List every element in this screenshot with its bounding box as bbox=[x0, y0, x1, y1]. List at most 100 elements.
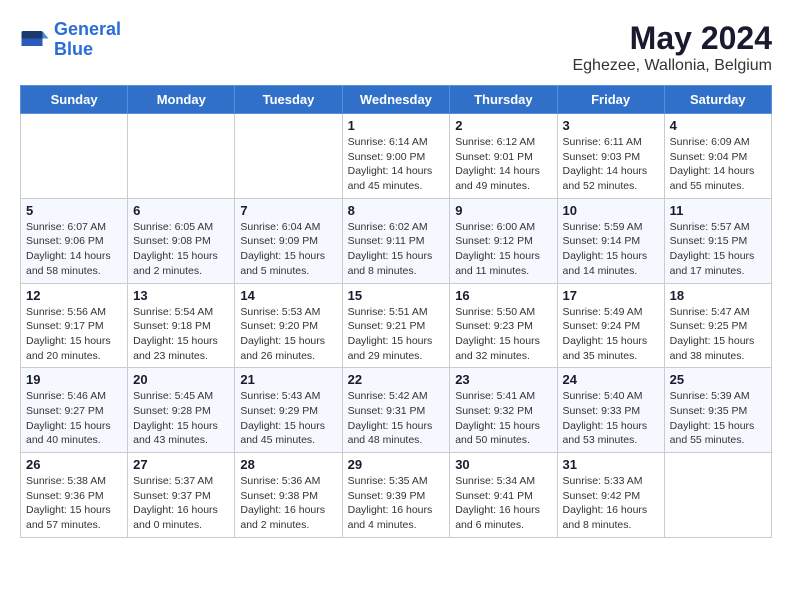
calendar-week-2: 5Sunrise: 6:07 AM Sunset: 9:06 PM Daylig… bbox=[21, 198, 772, 283]
calendar-week-1: 1Sunrise: 6:14 AM Sunset: 9:00 PM Daylig… bbox=[21, 114, 772, 199]
calendar-cell: 17Sunrise: 5:49 AM Sunset: 9:24 PM Dayli… bbox=[557, 283, 664, 368]
day-number: 19 bbox=[26, 372, 122, 387]
day-number: 10 bbox=[563, 203, 659, 218]
day-info: Sunrise: 6:05 AM Sunset: 9:08 PM Dayligh… bbox=[133, 220, 229, 279]
day-info: Sunrise: 5:37 AM Sunset: 9:37 PM Dayligh… bbox=[133, 474, 229, 533]
weekday-header-friday: Friday bbox=[557, 86, 664, 114]
calendar-cell: 31 Sunrise: 5:33 AM Sunset: 9:42 PM Dayli… bbox=[557, 453, 664, 538]
calendar-cell: 23 Sunrise: 5:41 AM Sunset: 9:32 PM Dayli… bbox=[450, 368, 557, 453]
weekday-header-thursday: Thursday bbox=[450, 86, 557, 114]
calendar-cell bbox=[664, 453, 771, 538]
calendar-week-3: 12 Sunrise: 5:56 AM Sunset: 9:17 PM Dayli… bbox=[21, 283, 772, 368]
calendar-week-4: 19 Sunrise: 5:46 AM Sunset: 9:27 PM Dayli… bbox=[21, 368, 772, 453]
day-number: 16 bbox=[455, 288, 551, 303]
day-info: Sunrise: 6:04 AM Sunset: 9:09 PM Dayligh… bbox=[240, 220, 336, 279]
calendar-cell: 3Sunrise: 6:11 AM Sunset: 9:03 PM Daylig… bbox=[557, 114, 664, 199]
calendar-cell: 26 Sunrise: 5:38 AM Sunset: 9:36 PM Dayli… bbox=[21, 453, 128, 538]
calendar-cell: 4 Sunrise: 6:09 AM Sunset: 9:04 PM Daylig… bbox=[664, 114, 771, 199]
day-info: Sunrise: 5:51 AM Sunset: 9:21 PM Dayligh… bbox=[348, 305, 445, 364]
day-number: 15 bbox=[348, 288, 445, 303]
weekday-header-saturday: Saturday bbox=[664, 86, 771, 114]
day-number: 12 bbox=[26, 288, 122, 303]
day-number: 11 bbox=[670, 203, 766, 218]
calendar-cell: 14 Sunrise: 5:53 AM Sunset: 9:20 PM Dayli… bbox=[235, 283, 342, 368]
day-info: Sunrise: 5:40 AM Sunset: 9:33 PM Dayligh… bbox=[563, 389, 659, 448]
calendar-cell: 24Sunrise: 5:40 AM Sunset: 9:33 PM Dayli… bbox=[557, 368, 664, 453]
logo-icon bbox=[20, 25, 50, 55]
weekday-header-row: SundayMondayTuesdayWednesdayThursdayFrid… bbox=[21, 86, 772, 114]
calendar-cell bbox=[235, 114, 342, 199]
day-info: Sunrise: 5:43 AM Sunset: 9:29 PM Dayligh… bbox=[240, 389, 336, 448]
calendar-cell: 10 Sunrise: 5:59 AM Sunset: 9:14 PM Dayli… bbox=[557, 198, 664, 283]
main-title: May 2024 bbox=[572, 20, 772, 57]
day-number: 28 bbox=[240, 457, 336, 472]
day-number: 14 bbox=[240, 288, 336, 303]
calendar-cell: 22 Sunrise: 5:42 AM Sunset: 9:31 PM Dayli… bbox=[342, 368, 450, 453]
day-number: 9 bbox=[455, 203, 551, 218]
calendar-week-5: 26 Sunrise: 5:38 AM Sunset: 9:36 PM Dayli… bbox=[21, 453, 772, 538]
calendar-cell: 5Sunrise: 6:07 AM Sunset: 9:06 PM Daylig… bbox=[21, 198, 128, 283]
calendar-cell: 21Sunrise: 5:43 AM Sunset: 9:29 PM Dayli… bbox=[235, 368, 342, 453]
calendar-cell: 19 Sunrise: 5:46 AM Sunset: 9:27 PM Dayli… bbox=[21, 368, 128, 453]
calendar-cell: 2 Sunrise: 6:12 AM Sunset: 9:01 PM Daylig… bbox=[450, 114, 557, 199]
day-info: Sunrise: 5:56 AM Sunset: 9:17 PM Dayligh… bbox=[26, 305, 122, 364]
calendar-cell: 15 Sunrise: 5:51 AM Sunset: 9:21 PM Dayli… bbox=[342, 283, 450, 368]
calendar-cell: 9 Sunrise: 6:00 AM Sunset: 9:12 PM Daylig… bbox=[450, 198, 557, 283]
day-info: Sunrise: 5:59 AM Sunset: 9:14 PM Dayligh… bbox=[563, 220, 659, 279]
day-info: Sunrise: 6:11 AM Sunset: 9:03 PM Dayligh… bbox=[563, 135, 659, 194]
logo-line2: Blue bbox=[54, 39, 93, 59]
logo-line1: General bbox=[54, 19, 121, 39]
day-info: Sunrise: 5:35 AM Sunset: 9:39 PM Dayligh… bbox=[348, 474, 445, 533]
day-info: Sunrise: 5:41 AM Sunset: 9:32 PM Dayligh… bbox=[455, 389, 551, 448]
calendar-cell: 30Sunrise: 5:34 AM Sunset: 9:41 PM Dayli… bbox=[450, 453, 557, 538]
calendar-table: SundayMondayTuesdayWednesdayThursdayFrid… bbox=[20, 85, 772, 538]
page-header: General Blue May 2024 Eghezee, Wallonia,… bbox=[20, 20, 772, 75]
weekday-header-monday: Monday bbox=[128, 86, 235, 114]
day-info: Sunrise: 6:09 AM Sunset: 9:04 PM Dayligh… bbox=[670, 135, 766, 194]
day-info: Sunrise: 6:12 AM Sunset: 9:01 PM Dayligh… bbox=[455, 135, 551, 194]
title-block: May 2024 Eghezee, Wallonia, Belgium bbox=[572, 20, 772, 75]
logo: General Blue bbox=[20, 20, 121, 60]
day-number: 7 bbox=[240, 203, 336, 218]
day-number: 26 bbox=[26, 457, 122, 472]
calendar-cell: 7 Sunrise: 6:04 AM Sunset: 9:09 PM Daylig… bbox=[235, 198, 342, 283]
calendar-cell: 29Sunrise: 5:35 AM Sunset: 9:39 PM Dayli… bbox=[342, 453, 450, 538]
day-number: 6 bbox=[133, 203, 229, 218]
subtitle: Eghezee, Wallonia, Belgium bbox=[572, 57, 772, 75]
day-info: Sunrise: 5:33 AM Sunset: 9:42 PM Dayligh… bbox=[563, 474, 659, 533]
day-number: 25 bbox=[670, 372, 766, 387]
day-info: Sunrise: 6:07 AM Sunset: 9:06 PM Dayligh… bbox=[26, 220, 122, 279]
calendar-cell: 18Sunrise: 5:47 AM Sunset: 9:25 PM Dayli… bbox=[664, 283, 771, 368]
day-info: Sunrise: 6:02 AM Sunset: 9:11 PM Dayligh… bbox=[348, 220, 445, 279]
calendar-cell bbox=[21, 114, 128, 199]
day-info: Sunrise: 6:00 AM Sunset: 9:12 PM Dayligh… bbox=[455, 220, 551, 279]
calendar-body: 1Sunrise: 6:14 AM Sunset: 9:00 PM Daylig… bbox=[21, 114, 772, 538]
day-info: Sunrise: 5:39 AM Sunset: 9:35 PM Dayligh… bbox=[670, 389, 766, 448]
calendar-header: SundayMondayTuesdayWednesdayThursdayFrid… bbox=[21, 86, 772, 114]
day-info: Sunrise: 6:14 AM Sunset: 9:00 PM Dayligh… bbox=[348, 135, 445, 194]
calendar-cell: 8Sunrise: 6:02 AM Sunset: 9:11 PM Daylig… bbox=[342, 198, 450, 283]
day-info: Sunrise: 5:38 AM Sunset: 9:36 PM Dayligh… bbox=[26, 474, 122, 533]
day-number: 2 bbox=[455, 118, 551, 133]
day-info: Sunrise: 5:42 AM Sunset: 9:31 PM Dayligh… bbox=[348, 389, 445, 448]
day-info: Sunrise: 5:36 AM Sunset: 9:38 PM Dayligh… bbox=[240, 474, 336, 533]
day-info: Sunrise: 5:50 AM Sunset: 9:23 PM Dayligh… bbox=[455, 305, 551, 364]
weekday-header-tuesday: Tuesday bbox=[235, 86, 342, 114]
day-info: Sunrise: 5:53 AM Sunset: 9:20 PM Dayligh… bbox=[240, 305, 336, 364]
day-number: 30 bbox=[455, 457, 551, 472]
calendar-cell: 13Sunrise: 5:54 AM Sunset: 9:18 PM Dayli… bbox=[128, 283, 235, 368]
day-info: Sunrise: 5:47 AM Sunset: 9:25 PM Dayligh… bbox=[670, 305, 766, 364]
logo-text: General Blue bbox=[54, 20, 121, 60]
calendar-cell: 6 Sunrise: 6:05 AM Sunset: 9:08 PM Daylig… bbox=[128, 198, 235, 283]
day-number: 27 bbox=[133, 457, 229, 472]
day-number: 22 bbox=[348, 372, 445, 387]
day-info: Sunrise: 5:46 AM Sunset: 9:27 PM Dayligh… bbox=[26, 389, 122, 448]
calendar-cell: 20Sunrise: 5:45 AM Sunset: 9:28 PM Dayli… bbox=[128, 368, 235, 453]
day-number: 20 bbox=[133, 372, 229, 387]
day-number: 23 bbox=[455, 372, 551, 387]
day-number: 31 bbox=[563, 457, 659, 472]
day-number: 4 bbox=[670, 118, 766, 133]
weekday-header-wednesday: Wednesday bbox=[342, 86, 450, 114]
calendar-cell: 12 Sunrise: 5:56 AM Sunset: 9:17 PM Dayli… bbox=[21, 283, 128, 368]
calendar-cell: 27 Sunrise: 5:37 AM Sunset: 9:37 PM Dayli… bbox=[128, 453, 235, 538]
